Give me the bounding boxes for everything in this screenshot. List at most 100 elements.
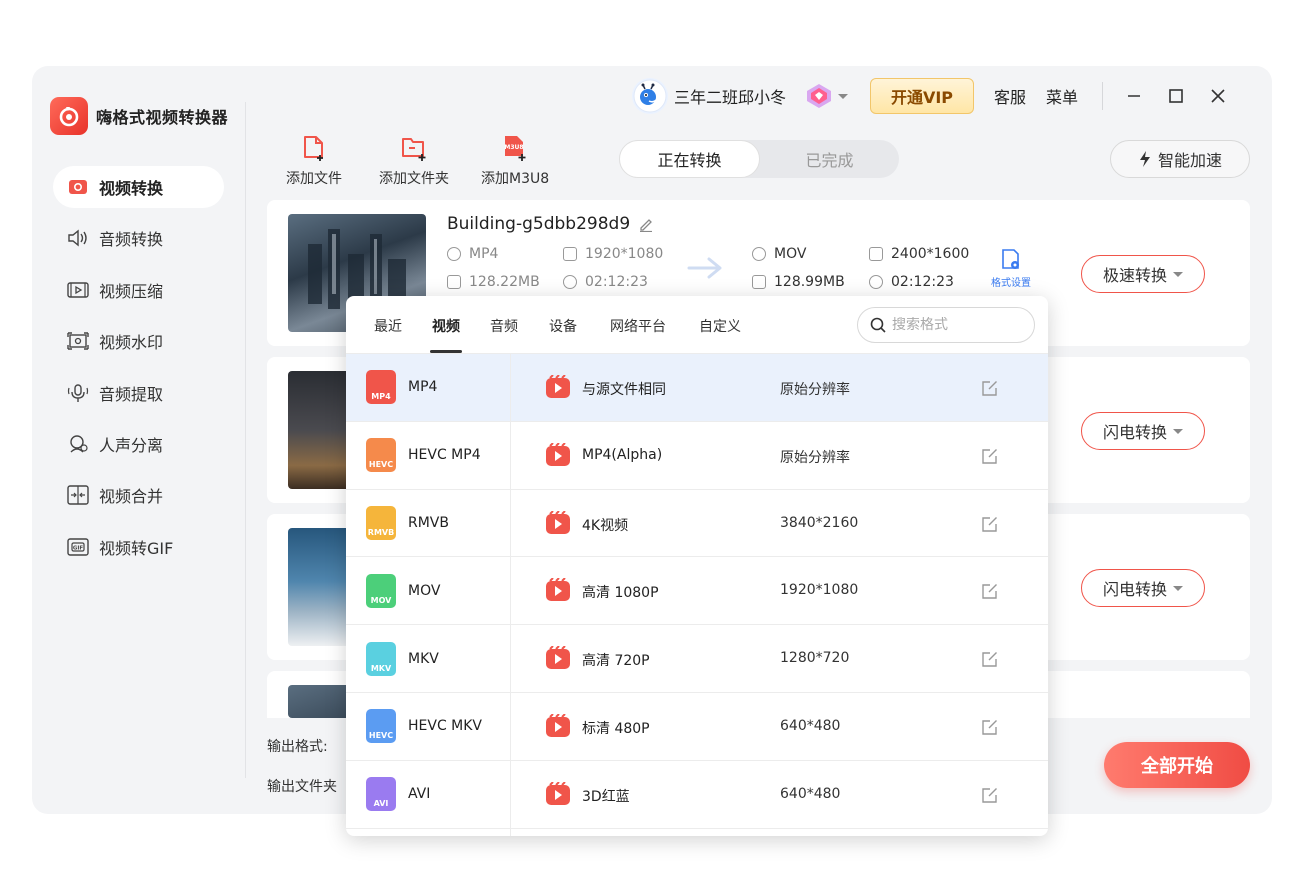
edit-icon[interactable] [981,379,999,397]
preset-item[interactable]: 高清 720P 1280*720 [511,625,1048,693]
convert-button[interactable]: 闪电转换 [1081,569,1205,607]
tab-completed[interactable]: 已完成 [760,140,899,178]
video-preset-icon [546,646,570,670]
preset-item[interactable]: 高清 1080P 1920*1080 [511,557,1048,626]
preset-name: MP4(Alpha) [582,446,663,463]
convert-button[interactable]: 闪电转换 [1081,412,1205,450]
membership-gem[interactable] [804,82,849,110]
tab-device[interactable]: 设备 [549,316,577,336]
user-profile[interactable]: 三年二班邱小冬 [632,78,786,114]
source-duration: 02:12:23 [563,274,648,290]
format-list: MP4 MP4 HEVC HEVC MP4 RMVB RMVB MOV MOV MKV MKV HE… [346,354,510,829]
target-resolution-value: 2400*1600 [891,246,970,262]
format-item[interactable]: HEVC HEVC MP4 [346,422,510,490]
tab-recent[interactable]: 最近 [374,316,402,336]
close-icon[interactable] [1207,85,1229,107]
source-format: MP4 [447,246,498,262]
open-vip-button[interactable]: 开通VIP [870,78,975,114]
target-resolution: 2400*1600 [869,246,969,262]
edit-icon[interactable] [981,447,999,465]
add-folder-label: 添加文件夹 [379,171,449,187]
chevron-down-icon [1173,271,1183,277]
app-name: 嗨格式视频转换器 [96,108,229,127]
format-item[interactable]: HEVC HEVC MKV [346,693,510,761]
format-settings-icon [1002,249,1019,269]
preset-item[interactable]: 3D红蓝 640*480 [511,761,1048,829]
sidebar-item-audio-extract[interactable]: 音频提取 [53,372,224,414]
add-m3u8-button[interactable]: M3U8 添加M3U8 [481,134,549,188]
format-item-label: HEVC MP4 [408,447,481,464]
sidebar-item-video-gif[interactable]: GIF 视频转GIF [53,526,224,568]
lightning-icon [1139,151,1150,167]
format-search-input[interactable] [892,317,1022,333]
edit-name-icon[interactable] [638,216,654,232]
preset-resolution: 3840*2160 [780,514,859,531]
format-icon [447,247,461,261]
preset-resolution: 1920*1080 [780,582,859,599]
tab-custom[interactable]: 自定义 [699,316,741,336]
preset-item[interactable]: 与源文件相同 原始分辨率 [511,354,1048,422]
format-item[interactable]: MKV MKV [346,625,510,693]
tab-audio[interactable]: 音频 [490,316,518,336]
sidebar-item-audio-convert[interactable]: 音频转换 [53,217,224,259]
sidebar-item-video-convert[interactable]: 视频转换 [53,166,224,208]
convert-button[interactable]: 极速转换 [1081,255,1205,293]
sidebar-item-video-watermark[interactable]: 视频水印 [53,320,224,362]
format-settings-button[interactable]: 格式设置 [991,248,1031,289]
video-preset-icon [546,442,570,466]
edit-icon[interactable] [981,582,999,600]
accelerate-label: 智能加速 [1157,151,1222,170]
format-badge-text: HEVC [368,731,394,741]
app-logo-icon [50,97,88,135]
tab-converting[interactable]: 正在转换 [619,140,760,178]
format-badge-icon: MKV [366,641,396,676]
menu-link[interactable]: 菜单 [1046,84,1078,108]
format-badge-icon: RMVB [366,505,396,540]
preset-item[interactable]: 标清 480P 640*480 [511,693,1048,761]
edit-icon[interactable] [981,718,999,736]
preset-name: 与源文件相同 [582,382,666,398]
clock-icon [563,275,577,289]
format-item[interactable]: MP4 MP4 [346,354,510,422]
format-search[interactable] [857,307,1035,343]
format-item[interactable]: MOV MOV [346,557,510,626]
preset-item[interactable]: MP4(Alpha) 原始分辨率 [511,422,1048,490]
tab-video[interactable]: 视频 [432,316,460,336]
preset-list: 与源文件相同 原始分辨率 MP4(Alpha) 原始分辨率 4K视频 3840*2160 高… [511,354,1048,829]
convert-button-label: 闪电转换 [1102,580,1167,599]
sidebar-item-label: 视频转GIF [99,538,174,558]
minimize-icon[interactable] [1123,85,1145,107]
preset-name: 标清 480P [582,720,650,737]
sidebar-item-label: 视频合并 [99,487,164,507]
smart-accelerate-button[interactable]: 智能加速 [1110,140,1250,178]
add-file-label: 添加文件 [286,171,342,187]
customer-service-link[interactable]: 客服 [994,84,1026,108]
edit-icon[interactable] [981,786,999,804]
sidebar-item-video-merge[interactable]: 视频合并 [53,474,224,516]
format-item[interactable]: AVI AVI [346,761,510,829]
add-folder-button[interactable]: 添加文件夹 [379,134,449,188]
resolution-icon [563,247,577,261]
edit-icon[interactable] [981,515,999,533]
format-item-label: MOV [408,582,441,599]
start-all-button[interactable]: 全部开始 [1104,742,1250,788]
audio-extract-icon [67,382,89,404]
video-preset-icon [546,578,570,602]
format-item[interactable]: RMVB RMVB [346,490,510,558]
sidebar-item-vocal-separate[interactable]: 人声分离 [53,423,224,465]
maximize-icon[interactable] [1165,85,1187,107]
format-badge-text: MP4 [371,392,391,402]
preset-resolution: 原始分辨率 [780,449,850,466]
sidebar-item-video-compress[interactable]: 视频压缩 [53,269,224,311]
sidebar-nav: 视频转换 音频转换 视频压缩 视频水印 音频提取 人声分离 视频合并 GIF 视 [53,166,224,577]
tab-web-platform[interactable]: 网络平台 [610,316,666,336]
file-name: Building-g5dbb298d9 [447,214,654,234]
add-file-button[interactable]: 添加文件 [286,134,342,188]
format-item-label: RMVB [408,514,449,531]
preset-item[interactable]: 4K视频 3840*2160 [511,490,1048,558]
video-preset-icon [546,375,570,398]
source-size-value: 128.22MB [469,274,540,290]
sidebar-item-label: 视频压缩 [99,281,164,301]
edit-icon[interactable] [981,650,999,668]
format-badge-text: MOV [370,595,392,605]
